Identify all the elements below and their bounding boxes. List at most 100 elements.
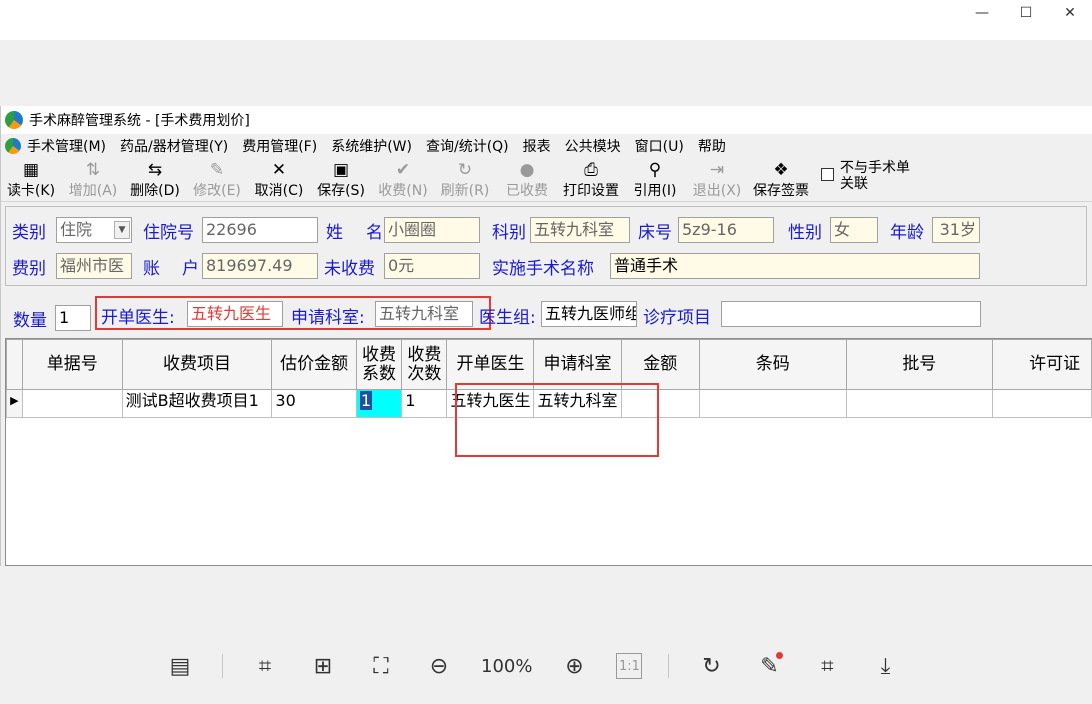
- maximize-icon[interactable]: ☐: [1004, 0, 1048, 26]
- cell-license[interactable]: [992, 389, 1092, 418]
- header-factor[interactable]: 收费 系数: [355, 339, 403, 390]
- menu-common[interactable]: 公共模块: [565, 136, 621, 156]
- toolbar-label: 保存(S): [317, 183, 365, 199]
- toolbar-label: 引用(I): [633, 183, 677, 199]
- toolbar-button-delete[interactable]: ⇆ 删除(D): [129, 160, 181, 200]
- toolbar-button-add[interactable]: ⇅ 增加(A): [67, 160, 119, 200]
- fee-grid[interactable]: 单据号 收费项目 估价金额 收费 系数 收费 次数 开单医生 申请科室 金额 条…: [5, 338, 1092, 566]
- download-icon[interactable]: ⤓: [869, 650, 901, 682]
- viewer-toolbar: ▤ ⌗ ⊞ ⛶ ⊖ 100% ⊕ 1:1 ↻ ✎ ⌗ ⤓: [164, 650, 927, 682]
- toolbar-label: 删除(D): [130, 183, 180, 199]
- account-label-2: 户: [182, 259, 199, 279]
- toolbar-button-cancel[interactable]: ✕ 取消(C): [253, 160, 305, 200]
- menu-reports[interactable]: 报表: [523, 136, 551, 156]
- toolbar-button-card-reader[interactable]: ▦ 读卡(K): [5, 160, 57, 200]
- doctor-label: 开单医生:: [101, 308, 175, 328]
- menu-query[interactable]: 查询/统计(Q): [426, 136, 509, 156]
- qty-label: 数量: [13, 311, 47, 331]
- dept-field[interactable]: 五转九科室: [530, 217, 630, 243]
- header-dept[interactable]: 申请科室: [533, 339, 622, 390]
- chevron-down-icon[interactable]: ▼: [114, 221, 130, 239]
- group-field[interactable]: 五转九医师组: [541, 301, 637, 327]
- cell-times[interactable]: 1: [401, 389, 448, 418]
- zoom-level: 100%: [481, 655, 533, 677]
- crop-icon[interactable]: ⌗: [811, 650, 843, 682]
- charged-icon: ●: [519, 160, 535, 180]
- menu-drugs[interactable]: 药品/器材管理(Y): [120, 136, 228, 156]
- viewer-gap: [0, 40, 1092, 106]
- surgery-field[interactable]: 普通手术: [610, 253, 980, 279]
- annotate-icon[interactable]: ✎: [753, 650, 785, 682]
- highlight-box-grid: [455, 383, 659, 457]
- cell-factor[interactable]: 1: [355, 389, 403, 418]
- viewer-bottom-bar: ▤ ⌗ ⊞ ⛶ ⊖ 100% ⊕ 1:1 ↻ ✎ ⌗ ⤓: [0, 566, 1092, 704]
- menu-fees[interactable]: 费用管理(F): [242, 136, 317, 156]
- header-item[interactable]: 收费项目: [121, 339, 273, 390]
- gender-field[interactable]: 女: [830, 217, 878, 243]
- header-doc-no[interactable]: 单据号: [21, 339, 123, 390]
- toolbar-button-book[interactable]: ❖ 保存签票: [753, 160, 809, 200]
- close-icon[interactable]: ✕: [1048, 0, 1092, 26]
- header-doctor[interactable]: 开单医生: [446, 339, 535, 390]
- age-field[interactable]: 31岁: [932, 217, 980, 243]
- account-label-1: 账: [143, 259, 160, 279]
- toolbar-button-save[interactable]: ▣ 保存(S): [315, 160, 367, 200]
- text-extract-icon[interactable]: ⌗: [249, 650, 281, 682]
- cell-item[interactable]: 测试B超收费项目1: [121, 389, 273, 418]
- exit-icon: ⇥: [709, 160, 725, 180]
- fee-type-field[interactable]: 福州市医: [56, 253, 132, 279]
- cell-doc-no[interactable]: [21, 389, 123, 418]
- header-times[interactable]: 收费 次数: [401, 339, 448, 390]
- header-license[interactable]: 许可证: [992, 339, 1092, 390]
- layout-icon[interactable]: ▤: [164, 650, 196, 682]
- bed-field[interactable]: 5z9-16: [678, 217, 774, 243]
- grid-header: 单据号 收费项目 估价金额 收费 系数 收费 次数 开单医生 申请科室 金额 条…: [6, 339, 1092, 390]
- zoom-in-icon[interactable]: ⊕: [558, 650, 590, 682]
- toolbar-label: 已收费: [506, 183, 548, 199]
- cell-barcode[interactable]: [698, 389, 847, 418]
- minimize-icon[interactable]: —: [960, 0, 1004, 26]
- patient-info-panel: 类别 住院 ▼ 住院号 22696 姓 名 小圈圈 科别 五转九科室 床号 5z…: [5, 206, 1087, 286]
- qty-field[interactable]: 1: [55, 305, 91, 331]
- app-titlebar: 手术麻醉管理系统 - [手术费用划价]: [1, 106, 1092, 134]
- checkbox-icon[interactable]: [821, 168, 834, 181]
- toolbar-button-charged[interactable]: ● 已收费: [501, 160, 553, 200]
- doctor-field[interactable]: 五转九医生: [187, 301, 283, 327]
- header-batch[interactable]: 批号: [845, 339, 994, 390]
- toolbar-button-exit[interactable]: ⇥ 退出(X): [691, 160, 743, 200]
- inpatient-no-field[interactable]: 22696: [202, 217, 318, 243]
- toolbar-button-printer[interactable]: ⎙ 打印设置: [563, 160, 619, 200]
- toolbar-button-edit[interactable]: ✎ 修改(E): [191, 160, 243, 200]
- cell-estimate[interactable]: 30: [271, 389, 357, 418]
- toolbar-button-reference[interactable]: ⚲ 引用(I): [629, 160, 681, 200]
- toolbar-label: 退出(X): [692, 183, 742, 199]
- fit-screen-icon[interactable]: ⛶: [365, 650, 397, 682]
- menu-surgery[interactable]: 手术管理(M): [27, 136, 106, 156]
- actual-size-icon[interactable]: 1:1: [616, 653, 643, 679]
- cell-batch[interactable]: [845, 389, 994, 418]
- row-indicator-icon: ▶: [6, 389, 23, 418]
- menu-window[interactable]: 窗口(U): [635, 136, 684, 156]
- rotate-icon[interactable]: ↻: [695, 650, 727, 682]
- item-field[interactable]: [721, 301, 981, 327]
- menu-help[interactable]: 帮助: [698, 136, 726, 156]
- toolbar-label: 收费(N): [378, 183, 428, 199]
- checkbox-label: 不与手术单关联: [840, 160, 910, 192]
- req-dept-field[interactable]: 五转九科室: [375, 301, 473, 327]
- account-field[interactable]: 819697.49: [202, 253, 318, 279]
- toolbar-button-check[interactable]: ✔ 收费(N): [377, 160, 429, 200]
- name-field[interactable]: 小圈圈: [384, 217, 480, 243]
- header-amount[interactable]: 金额: [620, 339, 700, 390]
- unlink-surgery-checkbox[interactable]: 不与手术单关联: [821, 160, 916, 192]
- toolbar-button-refresh[interactable]: ↻ 刷新(R): [439, 160, 491, 200]
- menu-system[interactable]: 系统维护(W): [331, 136, 412, 156]
- header-barcode[interactable]: 条码: [698, 339, 847, 390]
- inpatient-no-label: 住院号: [143, 223, 194, 243]
- unpaid-field[interactable]: 0元: [384, 253, 480, 279]
- translate-icon[interactable]: ⊞: [307, 650, 339, 682]
- zoom-out-icon[interactable]: ⊖: [423, 650, 455, 682]
- reference-icon: ⚲: [648, 160, 662, 180]
- category-value: 住院: [60, 220, 93, 239]
- category-select[interactable]: 住院 ▼: [56, 217, 132, 243]
- header-estimate[interactable]: 估价金额: [271, 339, 357, 390]
